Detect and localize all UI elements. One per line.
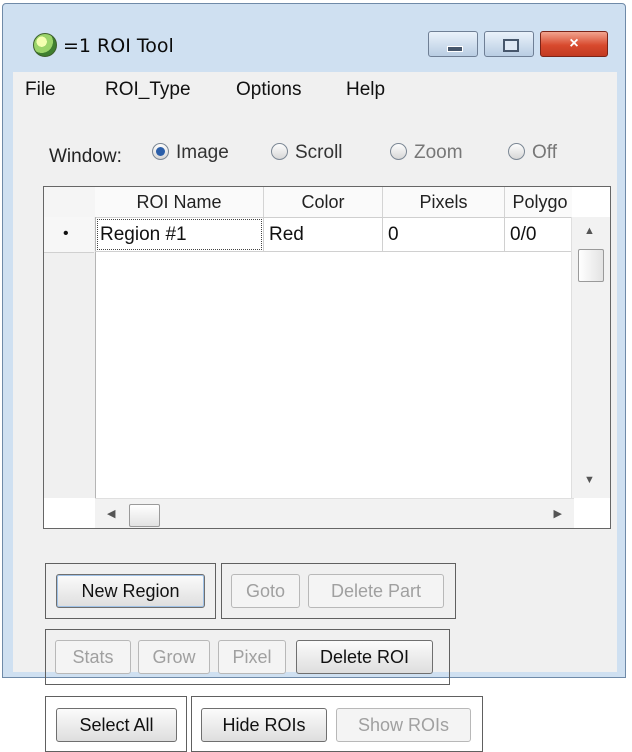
region-part-group: Goto Delete Part xyxy=(221,563,456,619)
column-header-polygons[interactable]: Polygo xyxy=(505,187,575,217)
pixel-button[interactable]: Pixel xyxy=(218,640,286,674)
radio-selected-icon xyxy=(152,143,169,160)
scroll-left-icon[interactable]: ◀ xyxy=(107,507,115,520)
new-region-group: New Region xyxy=(45,563,216,619)
goto-button[interactable]: Goto xyxy=(231,574,300,608)
horizontal-scroll-thumb[interactable] xyxy=(129,504,160,527)
radio-window-zoom[interactable]: Zoom xyxy=(390,142,463,166)
radio-window-scroll[interactable]: Scroll xyxy=(271,142,343,166)
stats-button[interactable]: Stats xyxy=(55,640,131,674)
radio-unselected-icon xyxy=(271,143,288,160)
select-all-button[interactable]: Select All xyxy=(56,708,177,742)
close-icon: × xyxy=(569,35,579,52)
horizontal-scrollbar[interactable]: ◀ ▶ xyxy=(95,498,574,528)
scroll-right-icon[interactable]: ▶ xyxy=(554,507,562,520)
new-region-button[interactable]: New Region xyxy=(56,574,205,608)
vertical-scroll-thumb[interactable] xyxy=(578,249,604,282)
table-header: ROI Name Color Pixels Polygo xyxy=(95,187,572,218)
radio-zoom-label: Zoom xyxy=(414,142,463,163)
menu-roi-type[interactable]: ROI_Type xyxy=(105,79,191,101)
radio-scroll-label: Scroll xyxy=(295,142,343,163)
cell-pixels[interactable]: 0 xyxy=(383,217,505,252)
minimize-icon xyxy=(429,32,477,56)
cell-roi-name[interactable]: Region #1 xyxy=(95,217,264,252)
column-header-pixels[interactable]: Pixels xyxy=(383,187,505,217)
minimize-button[interactable] xyxy=(428,31,478,57)
roi-table[interactable]: ROI Name Color Pixels Polygo • Region #1… xyxy=(43,186,611,529)
radio-unselected-icon xyxy=(508,143,525,160)
globe-icon xyxy=(33,33,57,57)
select-all-group: Select All xyxy=(45,696,187,752)
scroll-down-icon[interactable]: ▼ xyxy=(584,474,595,486)
radio-window-off[interactable]: Off xyxy=(508,142,557,166)
delete-roi-button[interactable]: Delete ROI xyxy=(296,640,433,674)
roi-tool-content: Window: Image Scroll Zoom Off ROI Name C… xyxy=(13,106,617,752)
hide-rois-button[interactable]: Hide ROIs xyxy=(201,708,327,742)
maximize-icon xyxy=(485,32,533,56)
radio-unselected-icon xyxy=(390,143,407,160)
delete-part-button[interactable]: Delete Part xyxy=(308,574,444,608)
roi-visibility-group: Hide ROIs Show ROIs xyxy=(191,696,483,752)
scroll-up-icon[interactable]: ▲ xyxy=(584,225,595,237)
maximize-button[interactable] xyxy=(484,31,534,57)
column-header-color[interactable]: Color xyxy=(264,187,383,217)
row-header-column: • xyxy=(44,217,96,498)
roi-actions-group: Stats Grow Pixel Delete ROI xyxy=(45,629,450,685)
menu-options[interactable]: Options xyxy=(236,79,301,101)
menu-file[interactable]: File xyxy=(25,79,56,101)
radio-off-label: Off xyxy=(532,142,557,163)
menu-bar: File ROI_Type Options Help xyxy=(13,72,617,107)
current-row-marker: • xyxy=(63,225,69,242)
cell-color[interactable]: Red xyxy=(264,217,383,252)
cell-polygons[interactable]: 0/0 xyxy=(505,217,575,252)
table-corner xyxy=(44,187,96,217)
window-title: =1 ROI Tool xyxy=(63,35,174,57)
column-header-roi-name[interactable]: ROI Name xyxy=(95,187,264,217)
title-bar[interactable]: =1 ROI Tool × xyxy=(3,4,625,62)
roi-tool-window: =1 ROI Tool × File ROI_Type Options Help… xyxy=(2,3,626,752)
radio-image-label: Image xyxy=(176,142,229,163)
close-button[interactable]: × xyxy=(540,31,608,57)
show-rois-button[interactable]: Show ROIs xyxy=(336,708,471,742)
row-header[interactable]: • xyxy=(44,217,94,253)
vertical-scrollbar[interactable]: ▲ ▼ xyxy=(571,217,610,498)
menu-help[interactable]: Help xyxy=(346,79,385,101)
radio-window-image[interactable]: Image xyxy=(152,142,229,166)
grow-button[interactable]: Grow xyxy=(138,640,210,674)
window-mode-label: Window: xyxy=(49,146,122,167)
